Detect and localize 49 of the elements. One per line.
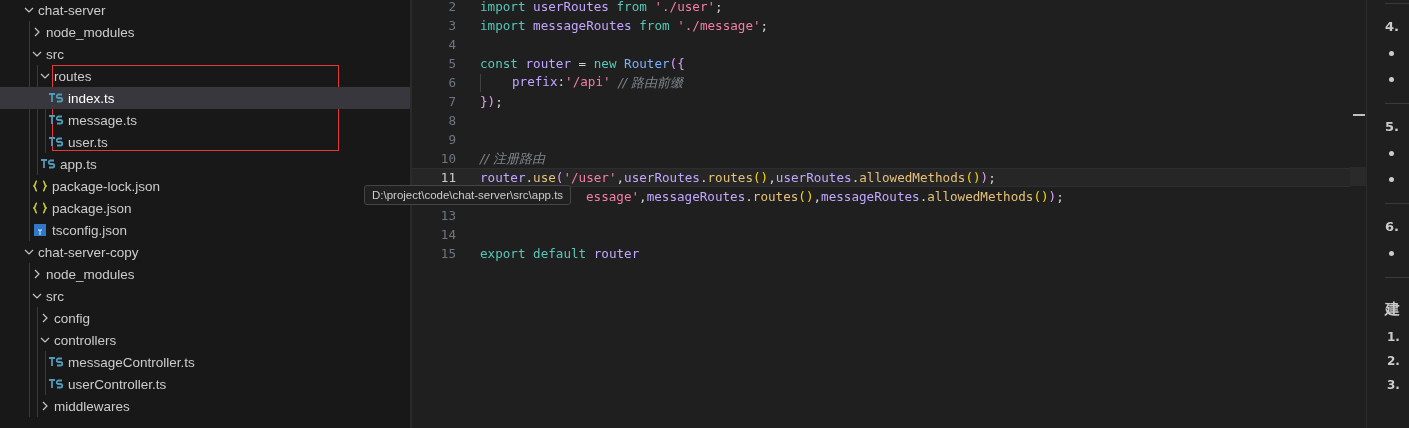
- tree-item[interactable]: routes: [0, 65, 92, 87]
- tree-item[interactable]: node_modules: [0, 21, 135, 43]
- code-line: 2 import userRoutes from './user';: [447, 0, 724, 16]
- tree-item[interactable]: chat-server-copy: [0, 241, 139, 263]
- tree-item[interactable]: tsconfig.json: [0, 219, 128, 241]
- bullet-icon: [1389, 77, 1394, 82]
- code-line: 8: [447, 112, 457, 130]
- code-line: 4: [447, 36, 457, 54]
- bullet-icon: [1389, 151, 1394, 156]
- section-title: 建: [1385, 300, 1401, 320]
- code-line: 5 const router = new Router({: [447, 55, 686, 73]
- tree-item[interactable]: node_modules: [0, 263, 135, 285]
- braces-icon: [32, 178, 48, 194]
- tree-item[interactable]: config: [0, 307, 91, 329]
- tree-item[interactable]: app.ts: [0, 153, 97, 175]
- tree-item[interactable]: index.ts: [0, 87, 410, 109]
- code-line: 13: [439, 207, 457, 225]
- bullet-icon: [1389, 51, 1394, 56]
- tree-item[interactable]: middlewares: [0, 395, 130, 417]
- code-line: 15 export default router: [439, 245, 641, 263]
- typescript-config-icon: [32, 222, 48, 238]
- section-heading: 4.: [1385, 19, 1400, 36]
- tree-item[interactable]: userController.ts: [0, 373, 167, 395]
- code-line: 3 import messageRoutes from './message';: [447, 17, 770, 35]
- tree-item[interactable]: src: [0, 43, 64, 65]
- tree-item[interactable]: messageController.ts: [0, 351, 195, 373]
- code-line: 9: [447, 131, 457, 149]
- tooltip: D:\project\code\chat-server\src\app.ts: [364, 185, 572, 205]
- tree-item[interactable]: controllers: [0, 329, 117, 351]
- braces-icon: [32, 200, 48, 216]
- tree-item[interactable]: src: [0, 285, 64, 307]
- bullet-icon: [1389, 251, 1394, 256]
- section-heading: 5.: [1385, 119, 1400, 136]
- section-heading: 6.: [1385, 219, 1400, 236]
- list-number: 1.: [1387, 330, 1401, 345]
- list-number: 3.: [1387, 378, 1401, 393]
- code-line: 6 prefix:'/api' // 路由前缀: [447, 73, 685, 92]
- code-line: 10 // 注册路由: [439, 149, 547, 168]
- tree-item[interactable]: chat-server: [0, 0, 106, 21]
- code-line: 7 });: [447, 93, 504, 111]
- code-line: essage',messageRoutes.routes(),messageRoutes.allowedMethods());: [586, 188, 1065, 206]
- code-line: 14: [439, 226, 457, 244]
- tree-item[interactable]: package.json: [0, 197, 132, 219]
- tree-item[interactable]: package-lock.json: [0, 175, 161, 197]
- bullet-icon: [1389, 177, 1394, 182]
- tree-item[interactable]: message.ts: [0, 109, 138, 131]
- tree-item[interactable]: user.ts: [0, 131, 108, 153]
- list-number: 2.: [1387, 354, 1401, 369]
- scroll-marker: [1353, 114, 1365, 116]
